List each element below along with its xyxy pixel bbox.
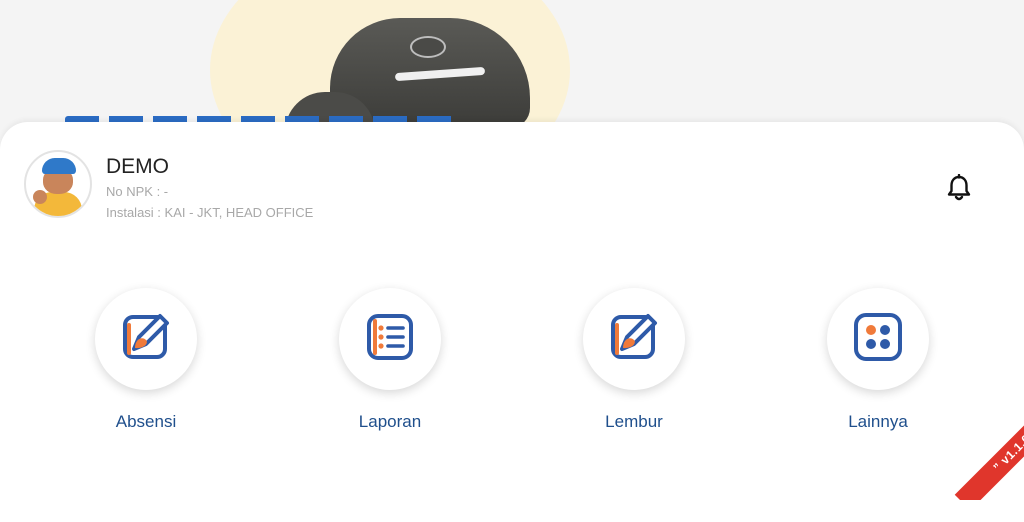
notification-bell-icon[interactable] (946, 173, 972, 202)
menu-item-laporan[interactable]: Laporan (325, 288, 455, 432)
menu-circle (827, 288, 929, 390)
edit-document-icon (120, 311, 172, 368)
menu-label-absensi: Absensi (115, 412, 177, 431)
menu-label-lainnya: Lainnya (848, 412, 908, 431)
menu-circle (583, 288, 685, 390)
home-card: DEMO No NPK : - Instalasi : KAI - JKT, H… (0, 122, 1024, 522)
profile-text: DEMO No NPK : - Instalasi : KAI - JKT, H… (106, 150, 313, 223)
version-ribbon-label: ” v1.1.0 (954, 410, 1024, 500)
profile-section: DEMO No NPK : - Instalasi : KAI - JKT, H… (24, 150, 313, 223)
menu-item-lainnya[interactable]: Lainnya (813, 288, 943, 432)
menu-circle (339, 288, 441, 390)
more-apps-icon (852, 311, 904, 368)
profile-name: DEMO (106, 155, 169, 178)
menu-item-lembur[interactable]: Lembur (569, 288, 699, 432)
version-ribbon: ” v1.1.0 (934, 410, 1024, 500)
menu-circle (95, 288, 197, 390)
report-list-icon (364, 311, 416, 368)
banner-cap-badge (410, 36, 446, 58)
menu-label-laporan: Laporan (358, 412, 422, 431)
menu-label-lembur: Lembur (605, 412, 663, 431)
avatar[interactable] (24, 150, 92, 218)
edit-document-icon (608, 311, 660, 368)
profile-installation: Instalasi : KAI - JKT, HEAD OFFICE (106, 205, 314, 220)
menu-item-absensi[interactable]: Absensi (81, 288, 211, 432)
profile-npk: No NPK : - (106, 184, 169, 199)
header-banner-image (0, 0, 1024, 140)
